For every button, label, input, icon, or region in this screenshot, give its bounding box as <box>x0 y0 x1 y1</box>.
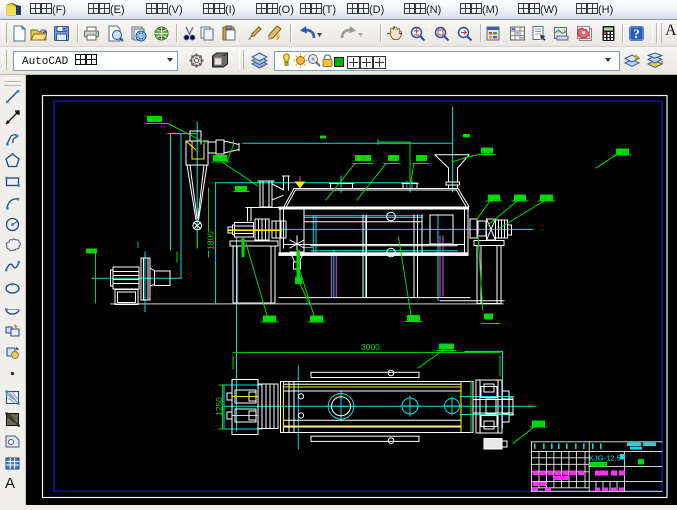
svg-text:3000: 3000 <box>361 342 380 352</box>
svg-text:1250: 1250 <box>214 397 224 416</box>
svg-text:1800: 1800 <box>206 231 216 250</box>
svg-text:?: ? <box>633 26 640 41</box>
svg-text:KJG-12.5: KJG-12.5 <box>589 454 621 463</box>
